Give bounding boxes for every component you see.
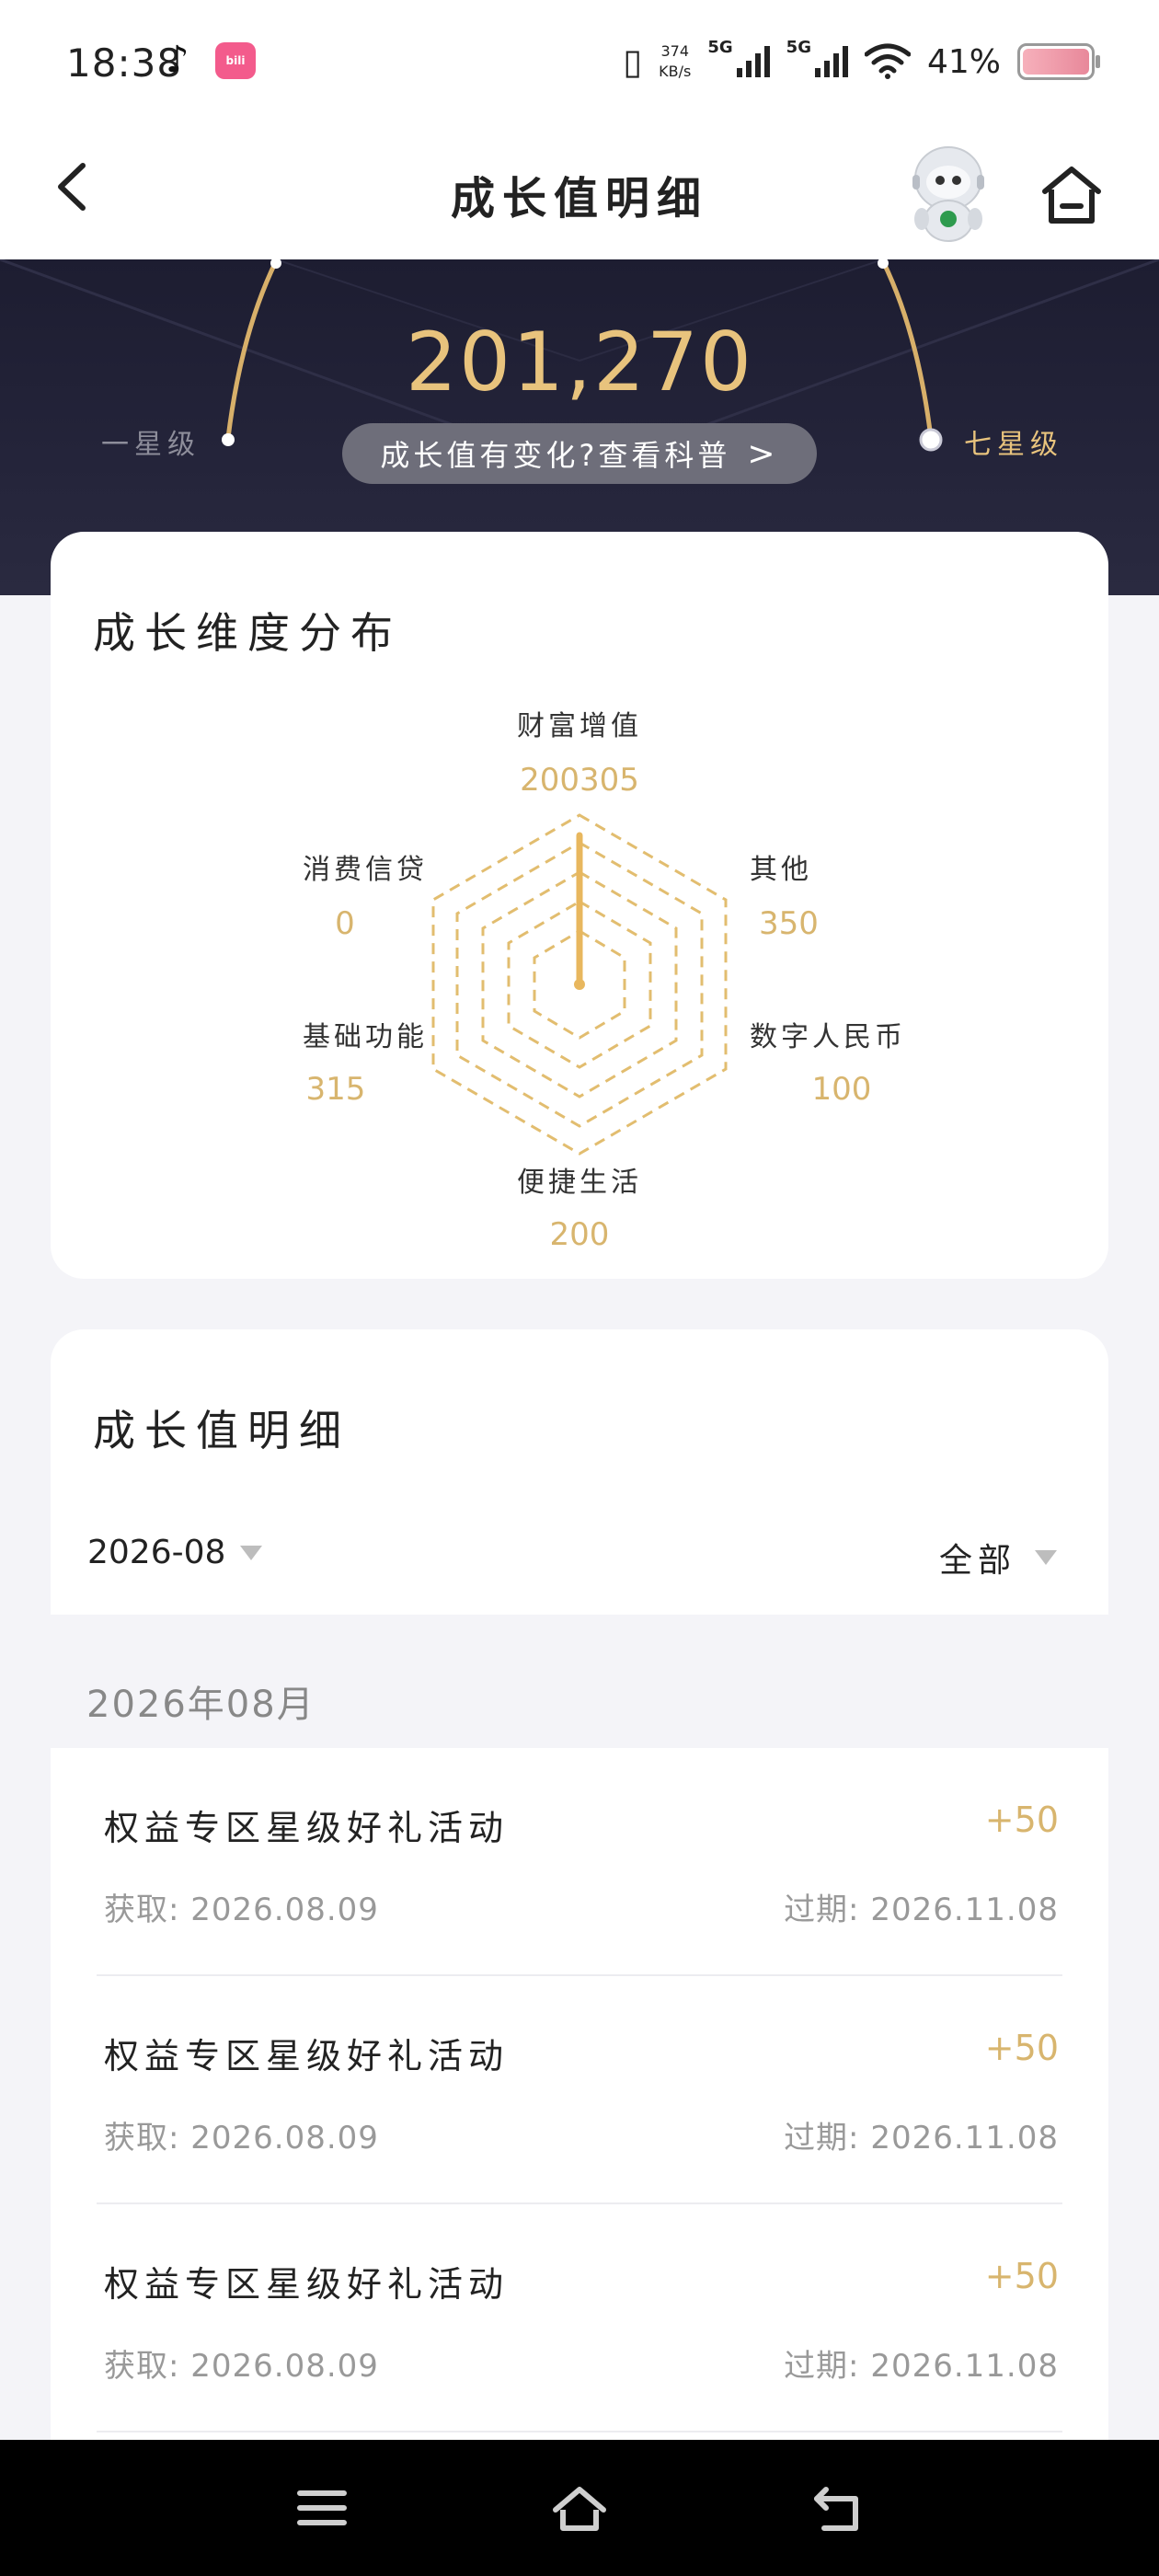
radar-label-life: 便捷生活 xyxy=(517,1167,642,1199)
home-icon[interactable] xyxy=(552,2482,607,2534)
growth-record-list: 权益专区星级好礼活动 +50 获取: 2026.08.09 过期: 2026.1… xyxy=(51,1748,1108,2440)
list-item[interactable]: 权益专区星级好礼活动 +50 获取: 2026.08.09 过期: 2026.1… xyxy=(51,2204,1108,2432)
radar-label-wealth: 财富增值 xyxy=(517,710,642,742)
record-name: 权益专区星级好礼活动 xyxy=(104,2036,510,2076)
speed-unit: KB/s xyxy=(659,63,692,80)
chevron-right-icon: > xyxy=(747,434,779,473)
network-speed: 374 KB/s xyxy=(659,41,691,82)
radar-value-life: 200 xyxy=(549,1216,610,1253)
battery-percent: 41% xyxy=(926,42,1001,81)
radar-value-basic: 315 xyxy=(305,1071,366,1108)
radar-label-credit: 消费信贷 xyxy=(303,854,428,886)
radar-value-digital-rmb: 100 xyxy=(811,1071,872,1108)
radar-value-other: 350 xyxy=(759,905,819,942)
radar-value-wealth: 200305 xyxy=(520,762,639,799)
record-points: +50 xyxy=(984,2256,1059,2296)
record-points: +50 xyxy=(984,2028,1059,2068)
vibrate-icon: ▯ xyxy=(623,41,643,82)
month-section-header: 2026年08月 xyxy=(86,1684,316,1726)
record-acquired-date: 获取: 2026.08.09 xyxy=(104,2348,379,2385)
network-type-2: 5G xyxy=(786,38,811,57)
record-points: +50 xyxy=(984,1800,1059,1840)
menu-icon[interactable] xyxy=(294,2482,350,2534)
list-item[interactable]: 权益专区星级好礼活动 +50 获取: 2026.08.09 过期: 2026.1… xyxy=(51,1748,1108,1976)
record-expire-date: 过期: 2026.11.08 xyxy=(784,2348,1059,2385)
detail-card: 成长值明细 2026-08 全部 xyxy=(51,1329,1108,1615)
growth-info-label: 成长值有变化?查看科普 xyxy=(380,438,731,473)
network-type-1: 5G xyxy=(707,38,733,57)
radar-label-basic: 基础功能 xyxy=(303,1021,428,1053)
growth-info-button[interactable]: 成长值有变化?查看科普 > xyxy=(342,423,817,484)
mascot-avatar[interactable] xyxy=(894,138,1003,247)
level-start-label: 一星级 xyxy=(101,429,201,461)
tiktok-icon: ♪ xyxy=(166,39,189,81)
growth-value: 201,270 xyxy=(406,315,753,409)
level-current-label: 七星级 xyxy=(964,429,1063,461)
wifi-icon xyxy=(864,43,911,79)
divider xyxy=(97,2431,1062,2432)
radar-card: 成长维度分布 财富增值 200305 其他 350 数字人民币 100 便捷生活… xyxy=(51,532,1108,1279)
signal-bars-icon xyxy=(736,46,770,77)
detail-title: 成长值明细 xyxy=(93,1406,350,1455)
list-item[interactable]: 权益专区星级好礼活动 +50 获取: 2026.08.09 过期: 2026.1… xyxy=(51,1976,1108,2204)
radar-value-credit: 0 xyxy=(335,905,355,942)
dropdown-arrow-icon xyxy=(1035,1550,1057,1565)
record-expire-date: 过期: 2026.11.08 xyxy=(784,1892,1059,1928)
type-filter-dropdown[interactable]: 全部 xyxy=(939,1534,1057,1581)
signal-2: 5G xyxy=(786,38,848,77)
home-icon[interactable] xyxy=(1038,162,1106,230)
status-indicators: ▯ 374 KB/s 5G 5G 41% xyxy=(623,38,1100,85)
record-name: 权益专区星级好礼活动 xyxy=(104,1808,510,1848)
radar-label-other: 其他 xyxy=(750,854,812,886)
speed-value: 374 xyxy=(660,42,690,60)
record-expire-date: 过期: 2026.11.08 xyxy=(784,2120,1059,2156)
type-filter-value: 全部 xyxy=(938,1542,1016,1580)
system-navigation-bar xyxy=(0,2440,1159,2576)
bilibili-icon: bili xyxy=(215,42,256,79)
status-bar: 18:38 ♪ bili ▯ 374 KB/s 5G 5G 41% xyxy=(0,0,1159,129)
signal-1: 5G xyxy=(707,38,770,77)
month-filter-value: 2026-08 xyxy=(87,1534,226,1571)
dropdown-arrow-icon xyxy=(240,1545,263,1560)
month-filter-dropdown[interactable]: 2026-08 xyxy=(87,1534,263,1571)
nav-bar: 成长值明细 xyxy=(0,129,1159,259)
back-icon[interactable] xyxy=(809,2482,865,2534)
record-acquired-date: 获取: 2026.08.09 xyxy=(104,2120,379,2156)
signal-bars-icon xyxy=(814,46,848,77)
record-name: 权益专区星级好礼活动 xyxy=(104,2264,510,2305)
radar-label-digital-rmb: 数字人民币 xyxy=(750,1021,906,1053)
battery-icon xyxy=(1017,43,1100,80)
record-acquired-date: 获取: 2026.08.09 xyxy=(104,1892,379,1928)
